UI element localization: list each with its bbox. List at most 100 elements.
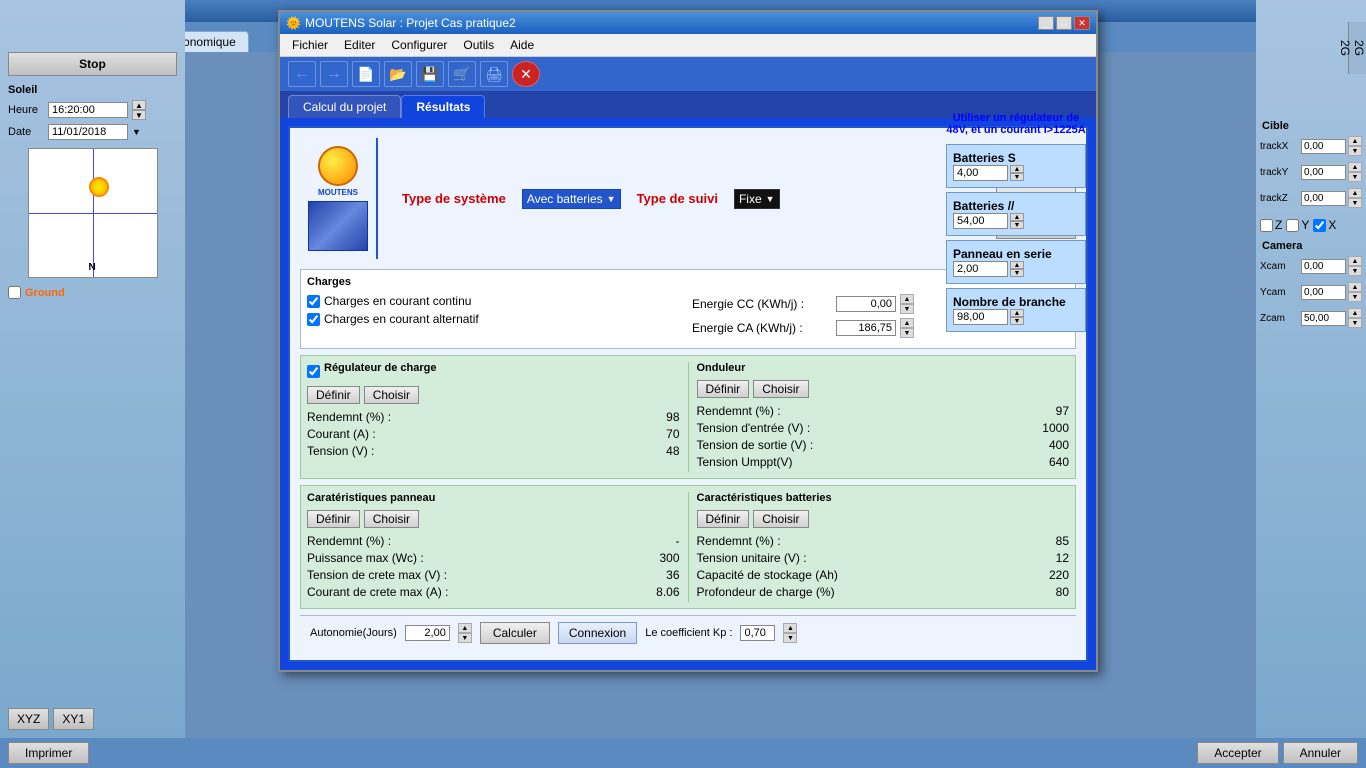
menu-fichier[interactable]: Fichier bbox=[284, 36, 336, 54]
toolbar-close[interactable]: ✕ bbox=[512, 61, 540, 87]
kp-down[interactable]: ▼ bbox=[783, 633, 797, 643]
menu-configurer[interactable]: Configurer bbox=[383, 36, 455, 54]
panneau-definir-btn[interactable]: Définir bbox=[307, 510, 360, 528]
date-input[interactable] bbox=[48, 124, 128, 140]
suivi-select[interactable]: Fixe ▼ bbox=[734, 189, 780, 209]
batteries-s-input[interactable] bbox=[953, 165, 1008, 181]
accepter-button[interactable]: Accepter bbox=[1197, 742, 1278, 764]
batteries-parallel-down[interactable]: ▼ bbox=[1010, 221, 1024, 229]
date-dropdown[interactable]: ▼ bbox=[132, 127, 141, 137]
ond-definir-btn[interactable]: Définir bbox=[697, 380, 750, 398]
energie-ca-down[interactable]: ▼ bbox=[900, 328, 914, 338]
autonomie-down[interactable]: ▼ bbox=[458, 633, 472, 643]
menu-outils[interactable]: Outils bbox=[455, 36, 502, 54]
dialog-close[interactable]: ✕ bbox=[1074, 16, 1090, 30]
zcam-down[interactable]: ▼ bbox=[1348, 318, 1362, 328]
toolbar-cart[interactable]: 🛒 bbox=[448, 61, 476, 87]
nombre-branche-up[interactable]: ▲ bbox=[1010, 309, 1024, 317]
heure-down[interactable]: ▼ bbox=[132, 110, 146, 120]
panneau-serie-down[interactable]: ▼ bbox=[1010, 269, 1024, 277]
energie-cc-down[interactable]: ▼ bbox=[900, 304, 914, 314]
imprimer-button[interactable]: Imprimer bbox=[8, 742, 89, 764]
ca-checkbox[interactable] bbox=[307, 313, 320, 326]
trackX-up[interactable]: ▲ bbox=[1348, 136, 1362, 146]
z-checkbox[interactable] bbox=[1260, 219, 1273, 232]
panneau-serie-up[interactable]: ▲ bbox=[1010, 261, 1024, 269]
batteries-parallel-up[interactable]: ▲ bbox=[1010, 213, 1024, 221]
autonomie-input[interactable] bbox=[405, 625, 450, 641]
dialog-maximize[interactable]: □ bbox=[1056, 16, 1072, 30]
xcam-up[interactable]: ▲ bbox=[1348, 256, 1362, 266]
ycam-input[interactable] bbox=[1301, 285, 1346, 300]
batteries-s-up[interactable]: ▲ bbox=[1010, 165, 1024, 173]
trackY-input[interactable] bbox=[1301, 165, 1346, 180]
zcam-up[interactable]: ▲ bbox=[1348, 308, 1362, 318]
stop-button[interactable]: Stop bbox=[8, 52, 177, 76]
kp-input[interactable] bbox=[740, 625, 775, 641]
reg-definir-btn[interactable]: Définir bbox=[307, 386, 360, 404]
cc-checkbox[interactable] bbox=[307, 295, 320, 308]
menu-editer[interactable]: Editer bbox=[336, 36, 383, 54]
app-bottom-bar: Imprimer Accepter Annuler bbox=[0, 738, 1366, 768]
batteries-s-down[interactable]: ▼ bbox=[1010, 173, 1024, 181]
ycam-up[interactable]: ▲ bbox=[1348, 282, 1362, 292]
toolbar-back[interactable]: ← bbox=[288, 61, 316, 87]
toolbar-forward[interactable]: → bbox=[320, 61, 348, 87]
trackX-input[interactable] bbox=[1301, 139, 1346, 154]
panneau-serie-input[interactable] bbox=[953, 261, 1008, 277]
toolbar-print[interactable]: 🖨 bbox=[480, 61, 508, 87]
panneau-title: Caratéristiques panneau bbox=[307, 492, 680, 504]
xcam-down[interactable]: ▼ bbox=[1348, 266, 1362, 276]
zcam-input[interactable] bbox=[1301, 311, 1346, 326]
x-checkbox[interactable] bbox=[1313, 219, 1326, 232]
bat-definir-btn[interactable]: Définir bbox=[697, 510, 750, 528]
reg-checkbox[interactable] bbox=[307, 365, 320, 378]
ond-choisir-btn[interactable]: Choisir bbox=[753, 380, 808, 398]
kp-up[interactable]: ▲ bbox=[783, 623, 797, 633]
bat-choisir-btn[interactable]: Choisir bbox=[753, 510, 808, 528]
menu-aide[interactable]: Aide bbox=[502, 36, 542, 54]
heure-input[interactable] bbox=[48, 102, 128, 118]
system-type-select[interactable]: Avec batteries ▼ bbox=[522, 189, 621, 209]
trackZ-input[interactable] bbox=[1301, 191, 1346, 206]
annuler-button[interactable]: Annuler bbox=[1283, 742, 1358, 764]
xy1-button[interactable]: XY1 bbox=[53, 708, 94, 730]
ycam-down[interactable]: ▼ bbox=[1348, 292, 1362, 302]
heure-up[interactable]: ▲ bbox=[132, 100, 146, 110]
xyz-button[interactable]: XYZ bbox=[8, 708, 49, 730]
autonomie-up[interactable]: ▲ bbox=[458, 623, 472, 633]
reg-title: Régulateur de charge bbox=[324, 362, 436, 374]
energie-ca-up[interactable]: ▲ bbox=[900, 318, 914, 328]
energie-ca-input[interactable] bbox=[836, 320, 896, 336]
trackX-down[interactable]: ▼ bbox=[1348, 146, 1362, 156]
toolbar-open[interactable]: 📂 bbox=[384, 61, 412, 87]
trackZ-up[interactable]: ▲ bbox=[1348, 188, 1362, 198]
tab-resultats[interactable]: Résultats bbox=[401, 95, 485, 118]
trackX-label: trackX bbox=[1260, 141, 1299, 152]
trackY-down[interactable]: ▼ bbox=[1348, 172, 1362, 182]
y-checkbox[interactable] bbox=[1286, 219, 1299, 232]
compass-box: N bbox=[28, 148, 158, 278]
main-dialog: 🌞 MOUTENS Solar : Projet Cas pratique2 _… bbox=[278, 10, 1098, 672]
xcam-input[interactable] bbox=[1301, 259, 1346, 274]
connexion-button[interactable]: Connexion bbox=[558, 622, 637, 644]
batteries-parallel-input[interactable] bbox=[953, 213, 1008, 229]
calculer-button[interactable]: Calculer bbox=[480, 622, 550, 644]
nombre-branche-down[interactable]: ▼ bbox=[1010, 317, 1024, 325]
ond-tension-entree-value: 1000 bbox=[1042, 421, 1069, 435]
bat-profondeur-value: 80 bbox=[1056, 585, 1069, 599]
energie-cc-input[interactable] bbox=[836, 296, 896, 312]
toolbar-new[interactable]: 📄 bbox=[352, 61, 380, 87]
reg-choisir-btn[interactable]: Choisir bbox=[364, 386, 419, 404]
trackZ-down[interactable]: ▼ bbox=[1348, 198, 1362, 208]
dialog-minimize[interactable]: _ bbox=[1038, 16, 1054, 30]
warning-text: Utiliser un régulateur de 48V, et un cou… bbox=[946, 112, 1086, 136]
panneau-choisir-btn[interactable]: Choisir bbox=[364, 510, 419, 528]
tab-calcul[interactable]: Calcul du projet bbox=[288, 95, 401, 118]
toolbar-save[interactable]: 💾 bbox=[416, 61, 444, 87]
nombre-branche-input[interactable] bbox=[953, 309, 1008, 325]
ground-checkbox[interactable] bbox=[8, 286, 21, 299]
energie-cc-up[interactable]: ▲ bbox=[900, 294, 914, 304]
right-panel-top-label1: 2G bbox=[1352, 40, 1366, 56]
trackY-up[interactable]: ▲ bbox=[1348, 162, 1362, 172]
